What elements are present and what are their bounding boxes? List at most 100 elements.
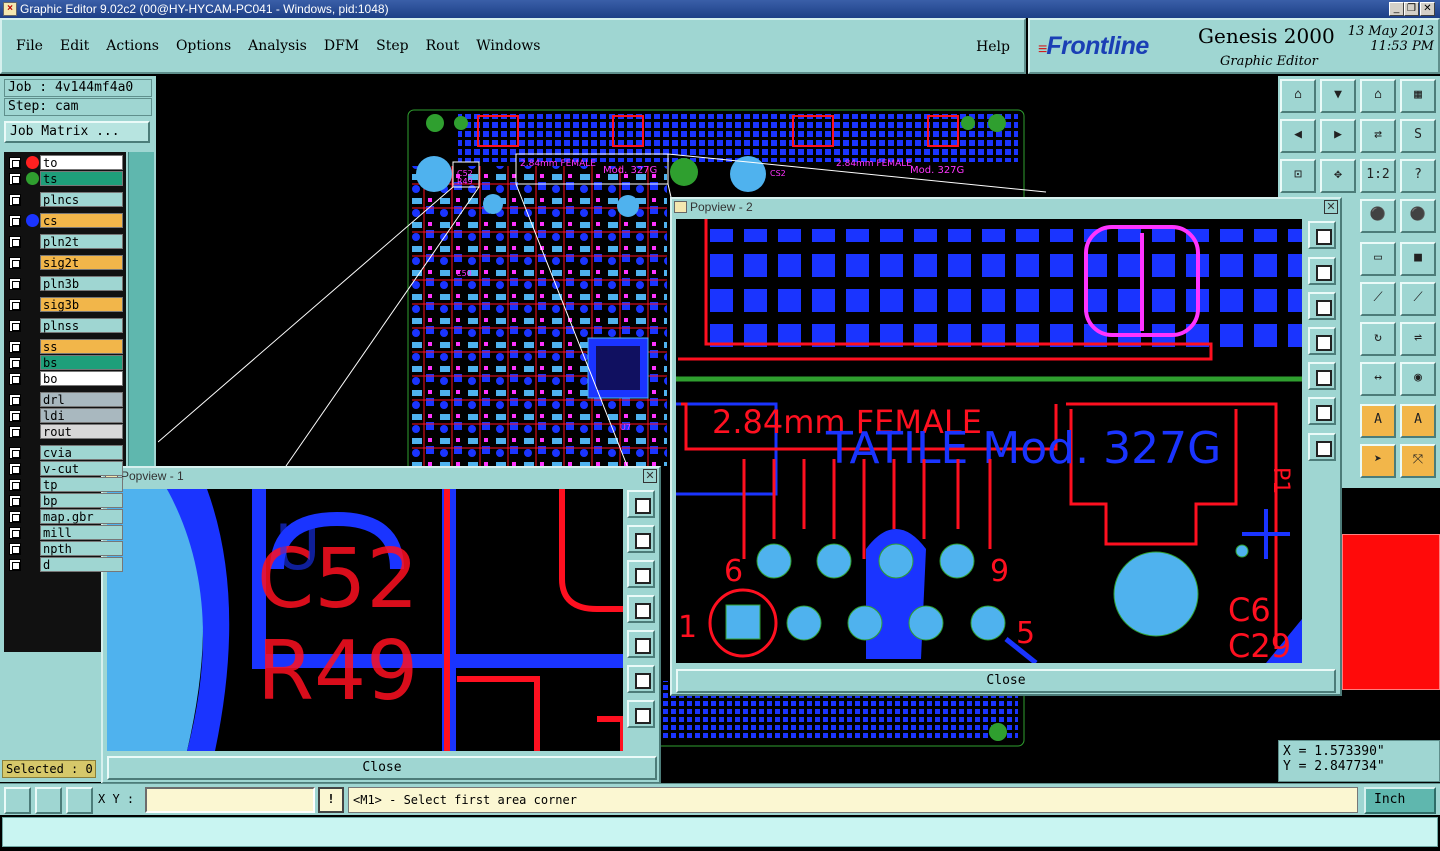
layer-row[interactable]: ss	[7, 339, 125, 354]
layer-checkbox[interactable]	[9, 278, 21, 290]
menu-step[interactable]: Step	[376, 38, 408, 54]
tool-select-icon[interactable]: ⤧	[1400, 444, 1436, 478]
popview-1-close-icon[interactable]: ✕	[643, 469, 657, 483]
layer-checkbox[interactable]	[9, 157, 21, 169]
tool-house-icon[interactable]: ⌂	[1360, 79, 1396, 113]
layer-row[interactable]: plnss	[7, 318, 125, 333]
layer-name[interactable]: to	[40, 155, 123, 170]
tool-rotate-icon[interactable]: ↻	[1360, 322, 1396, 356]
layer-name[interactable]: plncs	[40, 192, 123, 207]
tool-center-icon[interactable]: ✥	[1320, 159, 1356, 193]
layer-checkbox[interactable]	[9, 299, 21, 311]
layer-row[interactable]: pln2t	[7, 234, 125, 249]
popview-2-close-icon[interactable]: ✕	[1324, 200, 1338, 214]
layer-row[interactable]: ldi	[7, 408, 125, 423]
layer-row[interactable]: tp	[7, 477, 125, 492]
popview-1-tool-3[interactable]	[627, 560, 655, 588]
tool-down-icon[interactable]: ▼	[1320, 79, 1356, 113]
layer-name[interactable]: npth	[40, 541, 123, 556]
layer-row[interactable]: bp	[7, 493, 125, 508]
layer-name[interactable]: cs	[40, 213, 123, 228]
tool-help-button[interactable]: ?	[1400, 159, 1436, 193]
layer-checkbox[interactable]	[9, 194, 21, 206]
layer-row[interactable]: to	[7, 155, 125, 170]
tool-line2-icon[interactable]: ⟋	[1400, 282, 1436, 316]
tool-a-icon[interactable]: A	[1360, 404, 1396, 438]
popview-2-canvas[interactable]: 2.84mm FEMALE TATILE Mod. 327G P1 6 9 1 …	[676, 219, 1302, 663]
layer-checkbox[interactable]	[9, 543, 21, 555]
close-window-button[interactable]: ✕	[1420, 2, 1435, 16]
layer-name[interactable]: d	[40, 557, 123, 572]
zoom-area-icon[interactable]	[4, 787, 31, 814]
layer-checkbox[interactable]	[9, 495, 21, 507]
job-matrix-button[interactable]: Job Matrix ...	[4, 121, 150, 143]
menu-file[interactable]: File	[16, 38, 43, 54]
popview-1-title-bar[interactable]: Popview - 1 ✕	[103, 468, 659, 485]
layer-checkbox[interactable]	[9, 447, 21, 459]
popview-1-tool-4[interactable]	[627, 595, 655, 623]
layer-name[interactable]: bp	[40, 493, 123, 508]
layer-row[interactable]: pln3b	[7, 276, 125, 291]
layer-name[interactable]: sig3b	[40, 297, 123, 312]
layer-name[interactable]: tp	[40, 477, 123, 492]
layer-checkbox[interactable]	[9, 173, 21, 185]
layer-row[interactable]: ts	[7, 171, 125, 186]
layer-name[interactable]: bs	[40, 355, 123, 370]
grid-icon[interactable]	[66, 787, 93, 814]
menu-options[interactable]: Options	[176, 38, 231, 54]
layer-checkbox[interactable]	[9, 426, 21, 438]
popview-1-tool-5[interactable]	[627, 630, 655, 658]
layer-name[interactable]: rout	[40, 424, 123, 439]
layer-row[interactable]: sig2t	[7, 255, 125, 270]
popview-1-tool-6[interactable]	[627, 665, 655, 693]
tool-home-icon[interactable]: ⌂	[1280, 79, 1316, 113]
layer-row[interactable]: mill	[7, 525, 125, 540]
alert-button[interactable]: !	[318, 787, 344, 813]
layer-checkbox[interactable]	[9, 527, 21, 539]
popview-2-tool-4[interactable]	[1308, 327, 1336, 355]
menu-help[interactable]: Help	[976, 39, 1010, 55]
layer-name[interactable]: ldi	[40, 408, 123, 423]
layer-checkbox[interactable]	[9, 215, 21, 227]
maximize-button[interactable]: ❐	[1404, 2, 1419, 16]
popview-2-title-bar[interactable]: Popview - 2 ✕	[672, 199, 1340, 216]
minimize-button[interactable]: _	[1389, 2, 1404, 16]
menu-rout[interactable]: Rout	[426, 38, 460, 54]
xy-input[interactable]	[145, 787, 315, 813]
layer-checkbox[interactable]	[9, 257, 21, 269]
tool-a2-icon[interactable]: A	[1400, 404, 1436, 438]
layer-checkbox[interactable]	[9, 479, 21, 491]
tool-shapes-icon[interactable]: ◉	[1400, 362, 1436, 396]
popview-2-tool-6[interactable]	[1308, 397, 1336, 425]
layer-checkbox[interactable]	[9, 357, 21, 369]
popview-2-tool-1[interactable]	[1308, 221, 1336, 249]
layer-name[interactable]: pln2t	[40, 234, 123, 249]
tool-fit-icon[interactable]: ⊡	[1280, 159, 1316, 193]
layer-name[interactable]: plnss	[40, 318, 123, 333]
layer-name[interactable]: v-cut	[40, 461, 123, 476]
layer-checkbox[interactable]	[9, 410, 21, 422]
menu-edit[interactable]: Edit	[60, 38, 89, 54]
layer-name[interactable]: ss	[40, 339, 123, 354]
layer-checkbox[interactable]	[9, 320, 21, 332]
layer-checkbox[interactable]	[9, 236, 21, 248]
layer-checkbox[interactable]	[9, 559, 21, 571]
tool-window-icon[interactable]: ▦	[1400, 79, 1436, 113]
measure-icon[interactable]	[35, 787, 62, 814]
layer-name[interactable]: mill	[40, 525, 123, 540]
popview-1-tool-1[interactable]	[627, 490, 655, 518]
layer-checkbox[interactable]	[9, 394, 21, 406]
popview-1-close-button[interactable]: Close	[107, 756, 657, 780]
layer-row[interactable]: npth	[7, 541, 125, 556]
tool-line-icon[interactable]: ⟋	[1360, 282, 1396, 316]
popview-1-tool-7[interactable]	[627, 700, 655, 728]
layer-name[interactable]: sig2t	[40, 255, 123, 270]
layer-name[interactable]: pln3b	[40, 276, 123, 291]
popview-1-tool-2[interactable]	[627, 525, 655, 553]
tool-pads2-icon[interactable]: ⚫	[1400, 199, 1436, 233]
popview-2-close-button[interactable]: Close	[676, 669, 1336, 693]
layer-name[interactable]: drl	[40, 392, 123, 407]
layer-name[interactable]: cvia	[40, 445, 123, 460]
tool-swap-icon[interactable]: ⇄	[1360, 119, 1396, 153]
layer-name[interactable]: ts	[40, 171, 123, 186]
